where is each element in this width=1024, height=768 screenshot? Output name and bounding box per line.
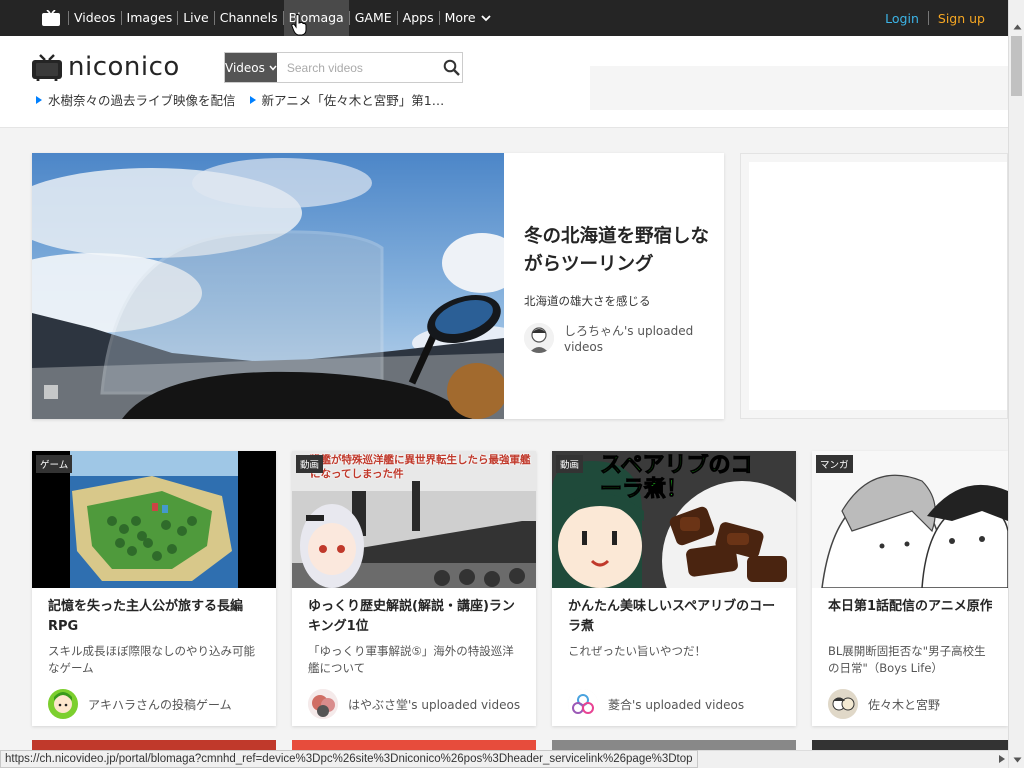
signup-link[interactable]: Sign up	[929, 11, 994, 26]
category-badge: 動画	[296, 455, 324, 473]
header-ad-area	[590, 66, 1008, 110]
card-description: スキル成長ほぼ際限なしのやり込み可能なゲーム	[48, 644, 255, 675]
next-row-thumbnail	[812, 740, 1008, 750]
nav-channels[interactable]: Channels	[215, 0, 283, 36]
thumbnail-caption: スペアリブのコーラ煮！	[600, 454, 753, 503]
next-row-thumbnail	[32, 740, 276, 750]
login-link[interactable]: Login	[876, 11, 928, 26]
card-title[interactable]: ゆっくり歴史解説(解説・講座)ランキング1位	[308, 597, 520, 637]
tv-logo-icon	[32, 53, 62, 81]
featured-thumbnail[interactable]	[32, 153, 504, 419]
arrow-right-icon	[36, 95, 42, 104]
card-body: 本日第1話配信のアニメ原作を予習！ BL展開断固拒否な"男子高校生の日常"（Bo…	[812, 597, 1008, 719]
side-ad-area	[740, 153, 1008, 419]
uploader-name: しろちゃん's uploaded videos	[564, 323, 694, 354]
logo-text: niconico	[68, 52, 180, 82]
top-navigation-bar: Videos Images Live Channels Blomaga GAME…	[0, 0, 1008, 36]
card-title[interactable]: 本日第1話配信のアニメ原作を予習！	[828, 597, 992, 637]
card-uploader[interactable]: アキハラさんの投稿ゲーム	[48, 689, 260, 719]
card-thumbnail[interactable]: ゲーム	[32, 451, 276, 588]
content-card[interactable]: 動画 戦艦が特殊巡洋艦に異世界転生したら最強軍艦になってしまった件 ゆっくり歴史…	[292, 451, 536, 726]
card-description: 「ゆっくり軍事解説⑤」海外の特設巡洋艦について	[308, 644, 514, 675]
ticker-item[interactable]: 水樹奈々の過去ライブ映像を配信	[36, 90, 236, 109]
vertical-scrollbar[interactable]	[1008, 0, 1024, 768]
content-card[interactable]: マンガ 本日第1話配信のアニメ原作を予習！ BL展開断固拒否な"男子高校生の日常…	[812, 451, 1008, 726]
ticker-text: 新アニメ「佐々木と宮野」第1…	[261, 93, 445, 108]
arrow-down-icon	[1013, 757, 1021, 762]
content-card[interactable]: 動画 スペアリブのコーラ煮！ かんたん美味しいスペアリブのコーラ煮 これぜったい…	[552, 451, 796, 726]
arrow-up-icon	[1013, 24, 1021, 29]
account-links: Login Sign up	[876, 0, 994, 36]
news-ticker: 水樹奈々の過去ライブ映像を配信 新アニメ「佐々木と宮野」第1…	[36, 90, 444, 109]
card-description: これぜったい旨いやつだ！	[568, 644, 706, 658]
nav-game[interactable]: GAME	[350, 0, 397, 36]
arrow-right-icon	[249, 95, 256, 104]
featured-title[interactable]: 冬の北海道を野宿しながらツーリング	[524, 223, 712, 279]
card-title[interactable]: 記憶を失った主人公が旅する長編RPG	[48, 597, 260, 637]
card-uploader[interactable]: 菱合's uploaded videos	[568, 689, 780, 719]
avatar	[828, 689, 858, 719]
search-category-label: Videos	[225, 60, 265, 75]
card-thumbnail[interactable]: 動画 スペアリブのコーラ煮！	[552, 451, 796, 588]
avatar	[48, 689, 78, 719]
content-card[interactable]: ゲーム 記憶を失った主人公が旅する長編RPG スキル成長ほぼ際限なしのやり込み可…	[32, 451, 276, 726]
card-body: かんたん美味しいスペアリブのコーラ煮 これぜったい旨いやつだ！ 菱合's upl…	[552, 597, 796, 719]
card-uploader[interactable]: はやぶさ堂's uploaded videos	[308, 689, 520, 719]
uploader-name: アキハラさんの投稿ゲーム	[88, 697, 232, 712]
side-ad-frame	[749, 162, 1007, 410]
search-icon	[444, 59, 461, 76]
featured-subtitle: 北海道の雄大さを感じる	[524, 293, 651, 308]
nav-images[interactable]: Images	[122, 0, 178, 36]
avatar	[308, 689, 338, 719]
card-thumbnail[interactable]: マンガ	[812, 451, 1008, 588]
chevron-down-icon	[480, 14, 491, 21]
nav-more[interactable]: More	[440, 0, 496, 36]
next-row-thumbnail	[552, 740, 796, 750]
niconico-tv-icon[interactable]	[34, 0, 68, 36]
search-button[interactable]	[442, 53, 462, 82]
card-description: BL展開断固拒否な"男子高校生の日常"（Boys Life）	[828, 644, 986, 675]
avatar	[524, 322, 554, 353]
scroll-down-button[interactable]	[1009, 751, 1024, 768]
nav-live[interactable]: Live	[178, 0, 214, 36]
hand-cursor-icon	[291, 14, 307, 36]
scroll-thumb[interactable]	[1011, 36, 1022, 96]
ticker-item[interactable]: 新アニメ「佐々木と宮野」第1…	[249, 90, 445, 109]
card-thumbnail[interactable]: 動画 戦艦が特殊巡洋艦に異世界転生したら最強軍艦になってしまった件	[292, 451, 536, 588]
featured-video[interactable]: 冬の北海道を野宿しながらツーリング 北海道の雄大さを感じる しろちゃん's up…	[32, 153, 724, 419]
featured-uploader[interactable]: しろちゃん's uploaded videos	[524, 322, 712, 355]
thumbnail-caption: 戦艦が特殊巡洋艦に異世界転生したら最強軍艦になってしまった件	[310, 454, 531, 481]
featured-text: 冬の北海道を野宿しながらツーリング 北海道の雄大さを感じる しろちゃん's up…	[524, 223, 712, 355]
niconico-logo[interactable]: niconico	[32, 52, 180, 82]
chevron-down-icon	[269, 65, 277, 71]
status-bar-url: https://ch.nicovideo.jp/portal/blomaga?c…	[0, 750, 698, 768]
uploader-name: 佐々木と宮野	[868, 697, 941, 712]
uploader-name: はやぶさ堂's uploaded videos	[348, 697, 521, 712]
card-title[interactable]: かんたん美味しいスペアリブのコーラ煮	[568, 597, 780, 637]
category-badge: ゲーム	[36, 455, 73, 473]
uploader-name: 菱合's uploaded videos	[608, 697, 745, 712]
search-input[interactable]	[276, 53, 442, 82]
arrow-right-icon[interactable]	[998, 754, 1006, 764]
category-badge: マンガ	[816, 455, 853, 473]
ticker-text: 水樹奈々の過去ライブ映像を配信	[48, 93, 236, 108]
nav-apps[interactable]: Apps	[398, 0, 439, 36]
next-row-thumbnail	[292, 740, 536, 750]
card-uploader[interactable]: 佐々木と宮野	[828, 689, 992, 719]
avatar	[568, 689, 598, 719]
scroll-up-button[interactable]	[1009, 18, 1024, 35]
category-badge: 動画	[556, 455, 584, 473]
search-category-select[interactable]: Videos	[225, 53, 277, 82]
nav-more-label: More	[444, 10, 476, 25]
card-body: 記憶を失った主人公が旅する長編RPG スキル成長ほぼ際限なしのやり込み可能なゲー…	[32, 597, 276, 719]
nav-videos[interactable]: Videos	[69, 0, 121, 36]
service-nav: Videos Images Live Channels Blomaga GAME…	[68, 0, 496, 36]
card-body: ゆっくり歴史解説(解説・講座)ランキング1位 「ゆっくり軍事解説⑤」海外の特設巡…	[292, 597, 536, 719]
search-box: Videos	[224, 52, 463, 83]
site-header: niconico Videos 水樹奈々の過去ライブ映像を配信 新アニメ「佐々木…	[0, 36, 1008, 128]
